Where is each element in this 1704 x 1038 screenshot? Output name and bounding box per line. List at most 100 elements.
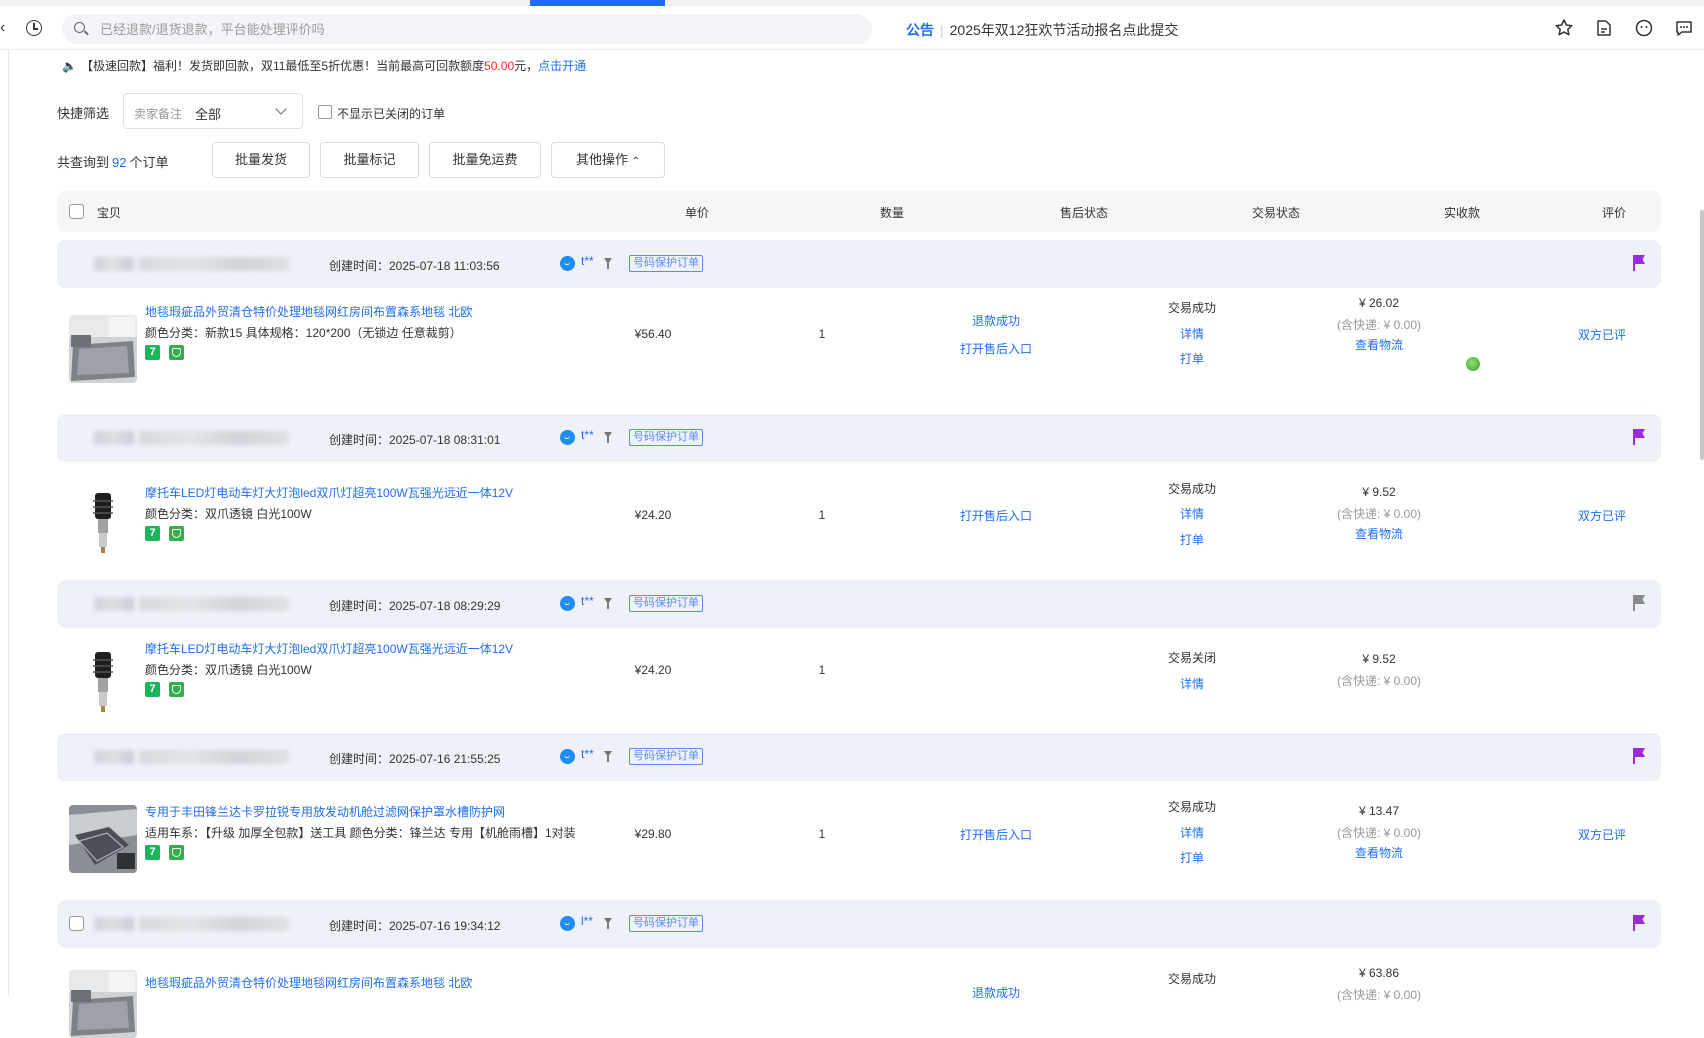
trade-status: 交易成功 — [1167, 301, 1216, 315]
shopping-protection-icon — [169, 682, 184, 697]
select-value: 全部 — [195, 107, 222, 122]
select-all-checkbox[interactable] — [69, 204, 84, 219]
filter-funnel-icon[interactable] — [604, 258, 612, 269]
buyer-name[interactable]: t** — [581, 594, 594, 608]
document-icon[interactable] — [1594, 18, 1614, 38]
search-input[interactable] — [100, 14, 860, 44]
review-status-link[interactable]: 双方已评 — [1562, 826, 1642, 843]
aftersale-link[interactable]: 退款成功 — [941, 312, 1051, 329]
filter-funnel-icon[interactable] — [604, 432, 612, 443]
chat-bubble-icon[interactable] — [560, 916, 575, 931]
trade-action-link[interactable]: 详情 — [1137, 675, 1247, 692]
buyer-name[interactable]: t** — [581, 428, 594, 442]
flag-icon[interactable] — [1633, 915, 1645, 931]
filter-funnel-icon[interactable] — [604, 598, 612, 609]
quantity: 1 — [818, 508, 826, 522]
aftersale-link[interactable]: 退款成功 — [941, 984, 1051, 1001]
seven-day-return-icon: 7 — [145, 845, 160, 860]
review-status-link[interactable]: 双方已评 — [1562, 326, 1642, 343]
chat-bubble-icon[interactable] — [560, 256, 575, 271]
order-checkbox[interactable] — [69, 916, 84, 931]
trade-action-link[interactable]: 详情 — [1137, 325, 1247, 342]
unit-price: ¥29.80 — [634, 827, 672, 841]
received-amount: ¥ 9.52 — [1362, 652, 1396, 666]
header-qty: 数量 — [880, 206, 905, 220]
view-logistics-link[interactable]: 查看物流 — [1319, 844, 1439, 861]
filter-funnel-icon[interactable] — [604, 918, 612, 929]
hide-closed-label[interactable]: 不显示已关闭的订单 — [337, 105, 537, 122]
service-face-icon[interactable] — [1634, 18, 1654, 38]
product-thumbnail[interactable] — [69, 487, 137, 555]
aftersale-link[interactable]: 打开售后入口 — [941, 340, 1051, 357]
promo-activate-link[interactable]: 点击开通 — [538, 59, 586, 73]
trade-status: 交易成功 — [1167, 482, 1216, 496]
seller-note-select[interactable]: 卖家备注 全部 — [123, 93, 303, 129]
message-icon[interactable] — [1674, 18, 1694, 38]
seven-day-return-icon: 7 — [145, 682, 160, 697]
review-status-link[interactable]: 双方已评 — [1562, 507, 1642, 524]
promo-unit: 元， — [514, 59, 539, 73]
buyer-name[interactable]: l** — [581, 914, 593, 928]
shipping-fee: (含快递: ¥ 0.00) — [1336, 674, 1422, 688]
back-icon[interactable]: ‹ — [0, 20, 8, 36]
product-title-link[interactable]: 地毯瑕疵品外贸清仓特价处理地毯网红房间布置森系地毯 北欧 — [145, 974, 472, 991]
buyer-name[interactable]: t** — [581, 254, 594, 268]
seven-day-return-icon: 7 — [145, 526, 160, 541]
order-created-time: 创建时间：2025-07-18 08:29:29 — [329, 599, 501, 613]
trade-action-link[interactable]: 打单 — [1137, 350, 1247, 367]
product-thumbnail[interactable] — [69, 970, 137, 1038]
product-thumbnail[interactable] — [69, 805, 137, 873]
aftersale-link[interactable]: 打开售后入口 — [941, 826, 1051, 843]
trade-action-link[interactable]: 详情 — [1137, 824, 1247, 841]
batch-mark-button[interactable]: 批量标记 — [320, 142, 419, 178]
flag-icon[interactable] — [1633, 748, 1645, 764]
blurred-order-id — [139, 750, 289, 764]
trade-status: 交易关闭 — [1167, 651, 1216, 665]
view-logistics-link[interactable]: 查看物流 — [1319, 336, 1439, 353]
batch-actions-row: 共查询到 92 个订单 批量发货 批量标记 批量免运费 其他操作 ⌃ — [57, 142, 757, 178]
chat-bubble-icon[interactable] — [560, 749, 575, 764]
shopping-protection-icon — [169, 526, 184, 541]
chevron-up-icon: ⌃ — [631, 156, 641, 167]
history-clock-icon[interactable] — [26, 20, 42, 36]
batch-ship-button[interactable]: 批量发货 — [212, 142, 310, 178]
chat-bubble-icon[interactable] — [560, 596, 575, 611]
shopping-protection-icon — [169, 345, 184, 360]
flag-icon[interactable] — [1633, 255, 1645, 271]
product-spec: 颜色分类：新款15 具体规格：120*200（无锁边 任意裁剪） — [145, 326, 462, 340]
star-icon[interactable] — [1554, 18, 1574, 38]
order-created-time: 创建时间：2025-07-16 19:34:12 — [329, 919, 501, 933]
order-header: 创建时间：2025-07-16 21:55:25 t** 号码保护订单 — [57, 733, 1661, 781]
trade-action-link[interactable]: 打单 — [1137, 531, 1247, 548]
buyer-name[interactable]: t** — [581, 747, 594, 761]
unit-price: ¥24.20 — [634, 508, 672, 522]
other-actions-button[interactable]: 其他操作 ⌃ — [551, 142, 665, 178]
product-title-link[interactable]: 地毯瑕疵品外贸清仓特价处理地毯网红房间布置森系地毯 北欧 — [145, 303, 472, 320]
filter-funnel-icon[interactable] — [604, 751, 612, 762]
header-item: 宝贝 — [97, 206, 122, 220]
product-title-link[interactable]: 摩托车LED灯电动车灯大灯泡led双爪灯超亮100W瓦强光远近一体12V — [145, 640, 513, 657]
trade-action-link[interactable]: 详情 — [1137, 505, 1247, 522]
announcement[interactable]: 公告 | 2025年双12狂欢节活动报名点此提交 — [906, 20, 1178, 40]
hide-closed-checkbox[interactable] — [318, 105, 332, 119]
search-box[interactable] — [62, 14, 872, 44]
received-amount: ¥ 9.52 — [1362, 485, 1396, 499]
flag-icon[interactable] — [1633, 429, 1645, 445]
chat-bubble-icon[interactable] — [560, 430, 575, 445]
announcement-text[interactable]: 2025年双12狂欢节活动报名点此提交 — [950, 22, 1179, 38]
scrollbar[interactable] — [1700, 210, 1704, 460]
product-thumbnail[interactable] — [69, 646, 137, 714]
aftersale-link[interactable]: 打开售后入口 — [941, 507, 1051, 524]
view-logistics-link[interactable]: 查看物流 — [1319, 525, 1439, 542]
batch-free-shipping-button[interactable]: 批量免运费 — [429, 142, 541, 178]
blurred-order-id — [94, 431, 134, 445]
product-thumbnail[interactable] — [69, 315, 137, 383]
received-amount: ¥ 13.47 — [1358, 804, 1400, 818]
quantity: 1 — [818, 827, 826, 841]
quantity: 1 — [818, 663, 826, 677]
flag-icon[interactable] — [1633, 595, 1645, 611]
product-title-link[interactable]: 专用于丰田锋兰达卡罗拉锐专用放发动机舱过滤网保护罩水槽防护网 — [145, 803, 505, 820]
product-title-link[interactable]: 摩托车LED灯电动车灯大灯泡led双爪灯超亮100W瓦强光远近一体12V — [145, 484, 513, 501]
trade-action-link[interactable]: 打单 — [1137, 849, 1247, 866]
received-amount: ¥ 26.02 — [1358, 296, 1400, 310]
